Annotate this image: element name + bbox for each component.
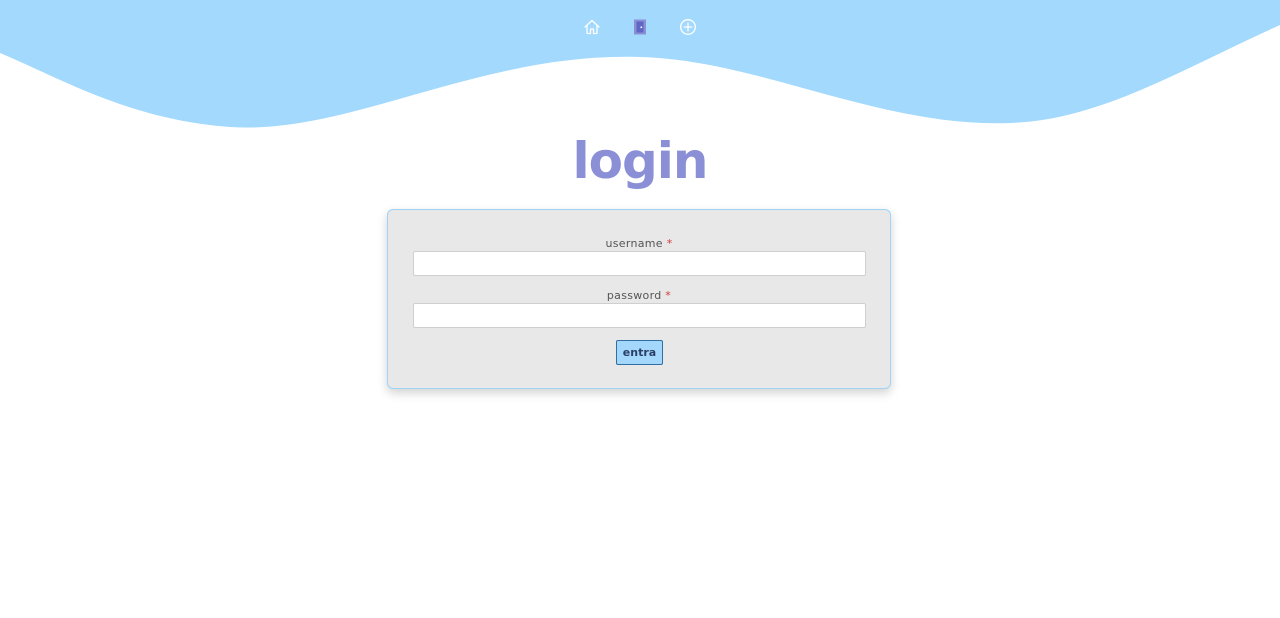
nav-login-button[interactable] — [628, 15, 652, 39]
plus-circle-icon — [680, 19, 696, 35]
nav-register-button[interactable] — [676, 15, 700, 39]
password-required-mark: * — [665, 289, 672, 302]
page-title: login — [572, 132, 708, 190]
username-label: username * — [388, 237, 890, 250]
page: login username * password * entra — [0, 0, 1280, 618]
nav-home-button[interactable] — [580, 15, 604, 39]
login-form: username * password * entra — [387, 209, 891, 389]
username-input[interactable] — [413, 251, 866, 276]
top-nav — [0, 15, 1280, 41]
username-required-mark: * — [666, 237, 673, 250]
password-input[interactable] — [413, 303, 866, 328]
submit-button[interactable]: entra — [616, 340, 663, 365]
password-label-text: password — [606, 289, 662, 302]
password-label: password * — [388, 289, 890, 302]
home-icon — [584, 19, 600, 35]
door-icon — [634, 19, 646, 35]
username-label-text: username — [605, 237, 663, 250]
